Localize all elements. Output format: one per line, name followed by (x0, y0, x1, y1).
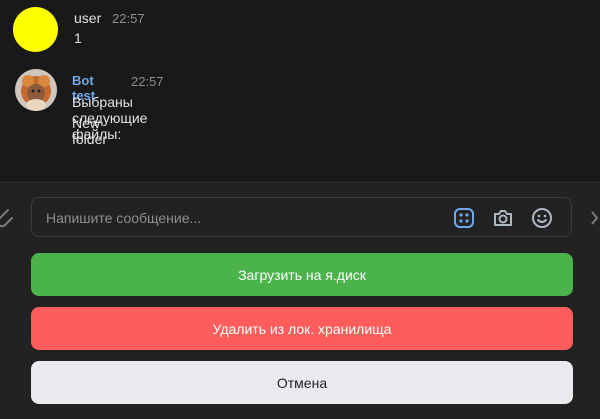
message-time: 22:57 (131, 74, 164, 89)
message-author[interactable]: user (74, 10, 101, 26)
keyboard-icon[interactable] (453, 207, 475, 229)
attach-icon[interactable] (0, 206, 14, 230)
smile-icon[interactable] (531, 207, 553, 229)
camera-icon[interactable] (492, 207, 514, 229)
message-input-wrapper (31, 197, 572, 237)
send-icon[interactable] (590, 208, 600, 228)
delete-local-button[interactable]: Удалить из лок. хранилища (31, 307, 573, 350)
bot-avatar[interactable] (15, 69, 57, 111)
upload-to-yadisk-button[interactable]: Загрузить на я.диск (31, 253, 573, 296)
bot-avatar-image (15, 69, 57, 111)
user-avatar[interactable] (13, 7, 58, 52)
cancel-button[interactable]: Отмена (31, 361, 573, 404)
message-time: 22:57 (112, 11, 145, 26)
message-text: New folder (72, 115, 108, 147)
message-input[interactable] (46, 208, 446, 228)
message-text: 1 (74, 30, 82, 46)
